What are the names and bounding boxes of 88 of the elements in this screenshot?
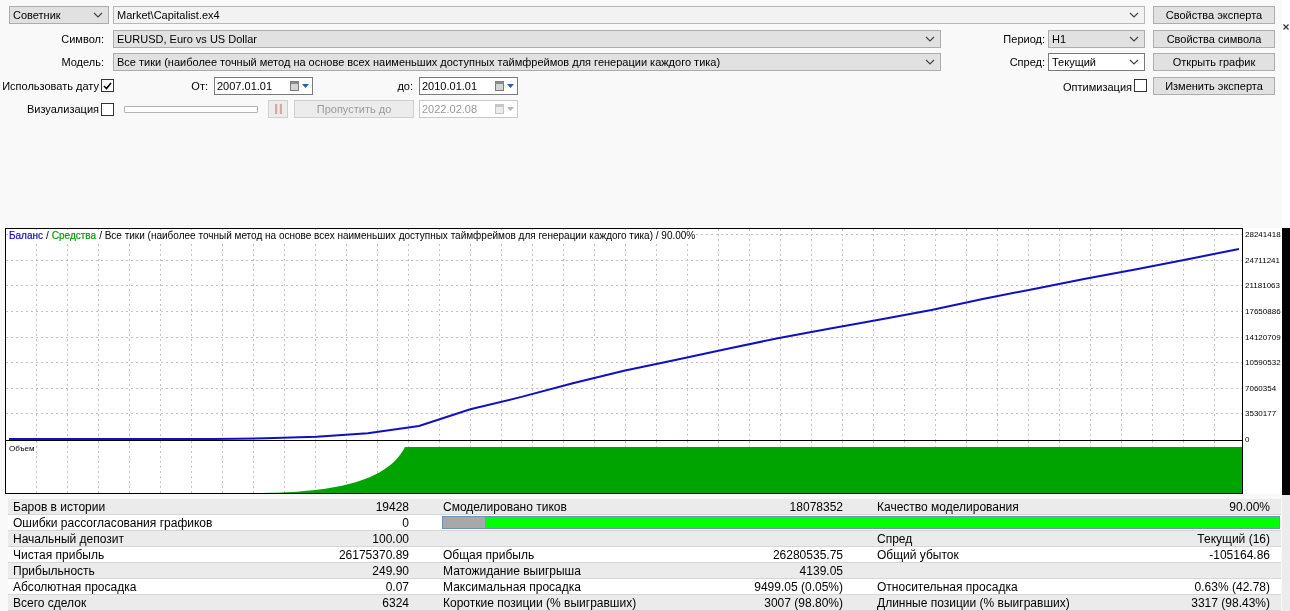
expert-file-dropdown[interactable]: Market\Capitalist.ex4 (113, 6, 1145, 24)
stat-value: 0 (402, 515, 409, 530)
calendar-icon (290, 80, 299, 91)
model-label: Модель: (61, 56, 104, 68)
stat-value: 6324 (382, 595, 409, 610)
spread-label: Спред: (1009, 56, 1045, 68)
stat-value: 9499.05 (0.05%) (754, 579, 843, 594)
y-axis-label: 3530177 (1245, 409, 1277, 419)
speed-slider-track[interactable] (124, 105, 258, 113)
caret-down-icon (507, 83, 514, 88)
stat-label: Абсолютная просадка (13, 579, 137, 594)
legend-text: Средства (51, 230, 97, 242)
legend-text: Баланс (9, 230, 44, 242)
pause-icon (274, 104, 282, 114)
y-axis-label: 0 (1245, 435, 1250, 444)
symbol-properties-button[interactable]: Свойства символа (1153, 29, 1275, 48)
caret-down-icon (302, 83, 309, 88)
stat-value: 100.00 (372, 531, 409, 546)
open-chart-button[interactable]: Открыть график (1153, 53, 1275, 71)
stat-label: Смоделировано тиков (443, 499, 567, 514)
stat-label: Качество моделирования (877, 499, 1019, 514)
stat-label: Прибыльность (13, 563, 95, 578)
stat-label: Общая прибыль (443, 547, 535, 562)
stat-label: Короткие позиции (% выигравших) (443, 595, 637, 610)
y-axis-label: 28241418 (1245, 230, 1281, 240)
y-axis-label: 21181063 (1245, 281, 1280, 291)
period-label: Период: (1003, 32, 1045, 45)
symbol-dropdown[interactable]: EURUSD, Euro vs US Dollar (113, 29, 941, 48)
y-axis-label: 10590532 (1245, 358, 1281, 368)
stat-value: 90.00% (1229, 499, 1270, 514)
model-dropdown[interactable]: Все тики (наиболее точный метод на основе всех наименьших доступных таймфреймов для генерации каждого тика) (113, 53, 941, 71)
visualization-label: Визуализация (26, 103, 99, 115)
legend-text: / (46, 230, 49, 242)
visualization-checkbox[interactable] (101, 102, 114, 116)
stat-value: 0.63% (42.78) (1194, 579, 1270, 594)
stat-label: Относительная просадка (877, 579, 1018, 594)
stat-value: 4139.05 (799, 563, 843, 578)
y-axis-label: 7060354 (1245, 383, 1277, 393)
y-axis-label: 24711241 (1245, 255, 1280, 265)
caret-down-icon (507, 107, 514, 111)
stat-value: Текущий (16) (1197, 531, 1270, 546)
stat-label: Чистая прибыль (13, 547, 105, 562)
stat-label: Максимальная просадка (443, 579, 581, 594)
optimization-label: Оптимизация (1063, 81, 1132, 93)
stat-label: Всего сделок (13, 595, 87, 610)
stat-value: 19428 (375, 499, 409, 514)
checkmark-icon (103, 81, 112, 90)
use-date-checkbox[interactable] (101, 79, 114, 92)
spread-dropdown[interactable]: Текущий (1048, 53, 1145, 71)
stat-value: 18078352 (789, 499, 843, 514)
mode-dropdown[interactable]: Советник (9, 6, 109, 24)
use-date-label: Использовать дату (2, 79, 99, 92)
stat-label: Начальный депозит (13, 531, 124, 546)
stat-label: Общий убыток (877, 547, 959, 562)
stat-value: -105164.86 (1209, 547, 1270, 562)
volume-panel-label: Объем (9, 444, 35, 453)
stat-label: Баров в истории (13, 499, 106, 514)
modify-expert-button[interactable]: Изменить эксперта (1153, 76, 1275, 95)
chevron-down-icon (1129, 12, 1139, 18)
stat-value: 3317 (98.43%) (1191, 595, 1270, 610)
stat-value: 26175370.89 (338, 547, 409, 562)
chevron-down-icon (1129, 35, 1139, 42)
stat-value: 249.90 (372, 563, 409, 578)
y-axis-label: 14120709 (1245, 332, 1281, 342)
stat-label: Спред (877, 531, 913, 546)
calendar-icon (495, 104, 504, 114)
legend-text: / Все тики (наиболее точный метод на основе всех наименьших доступных таймфреймов для генерации каждого тика) / 90.00% (99, 230, 696, 242)
stat-value: 0.07 (385, 579, 409, 594)
optimization-checkbox[interactable] (1134, 79, 1147, 92)
to-date-label: до: (397, 79, 413, 92)
stat-label: Ошибки рассогласования графиков (13, 515, 213, 530)
period-dropdown[interactable]: H1 (1048, 29, 1145, 48)
expert-properties-button[interactable]: Свойства эксперта (1153, 6, 1275, 24)
close-icon[interactable] (1283, 24, 1289, 30)
stat-value: 26280535.75 (772, 547, 843, 562)
to-date-field[interactable]: 2010.01.01 (419, 76, 518, 95)
symbol-label: Символ: (61, 32, 104, 45)
from-date-label: От: (191, 79, 208, 92)
chevron-down-icon (925, 59, 935, 65)
calendar-icon (495, 80, 504, 91)
stat-label: Длинные позиции (% выигравших) (877, 595, 1070, 610)
chevron-down-icon (1129, 59, 1139, 65)
chevron-down-icon (925, 35, 935, 42)
stat-value: 3007 (98.80%) (764, 595, 843, 610)
from-date-field[interactable]: 2007.01.01 (214, 76, 313, 95)
chevron-down-icon (93, 12, 103, 18)
y-axis-label: 17650886 (1245, 307, 1281, 316)
stat-label: Матожидание выигрыша (443, 563, 581, 578)
